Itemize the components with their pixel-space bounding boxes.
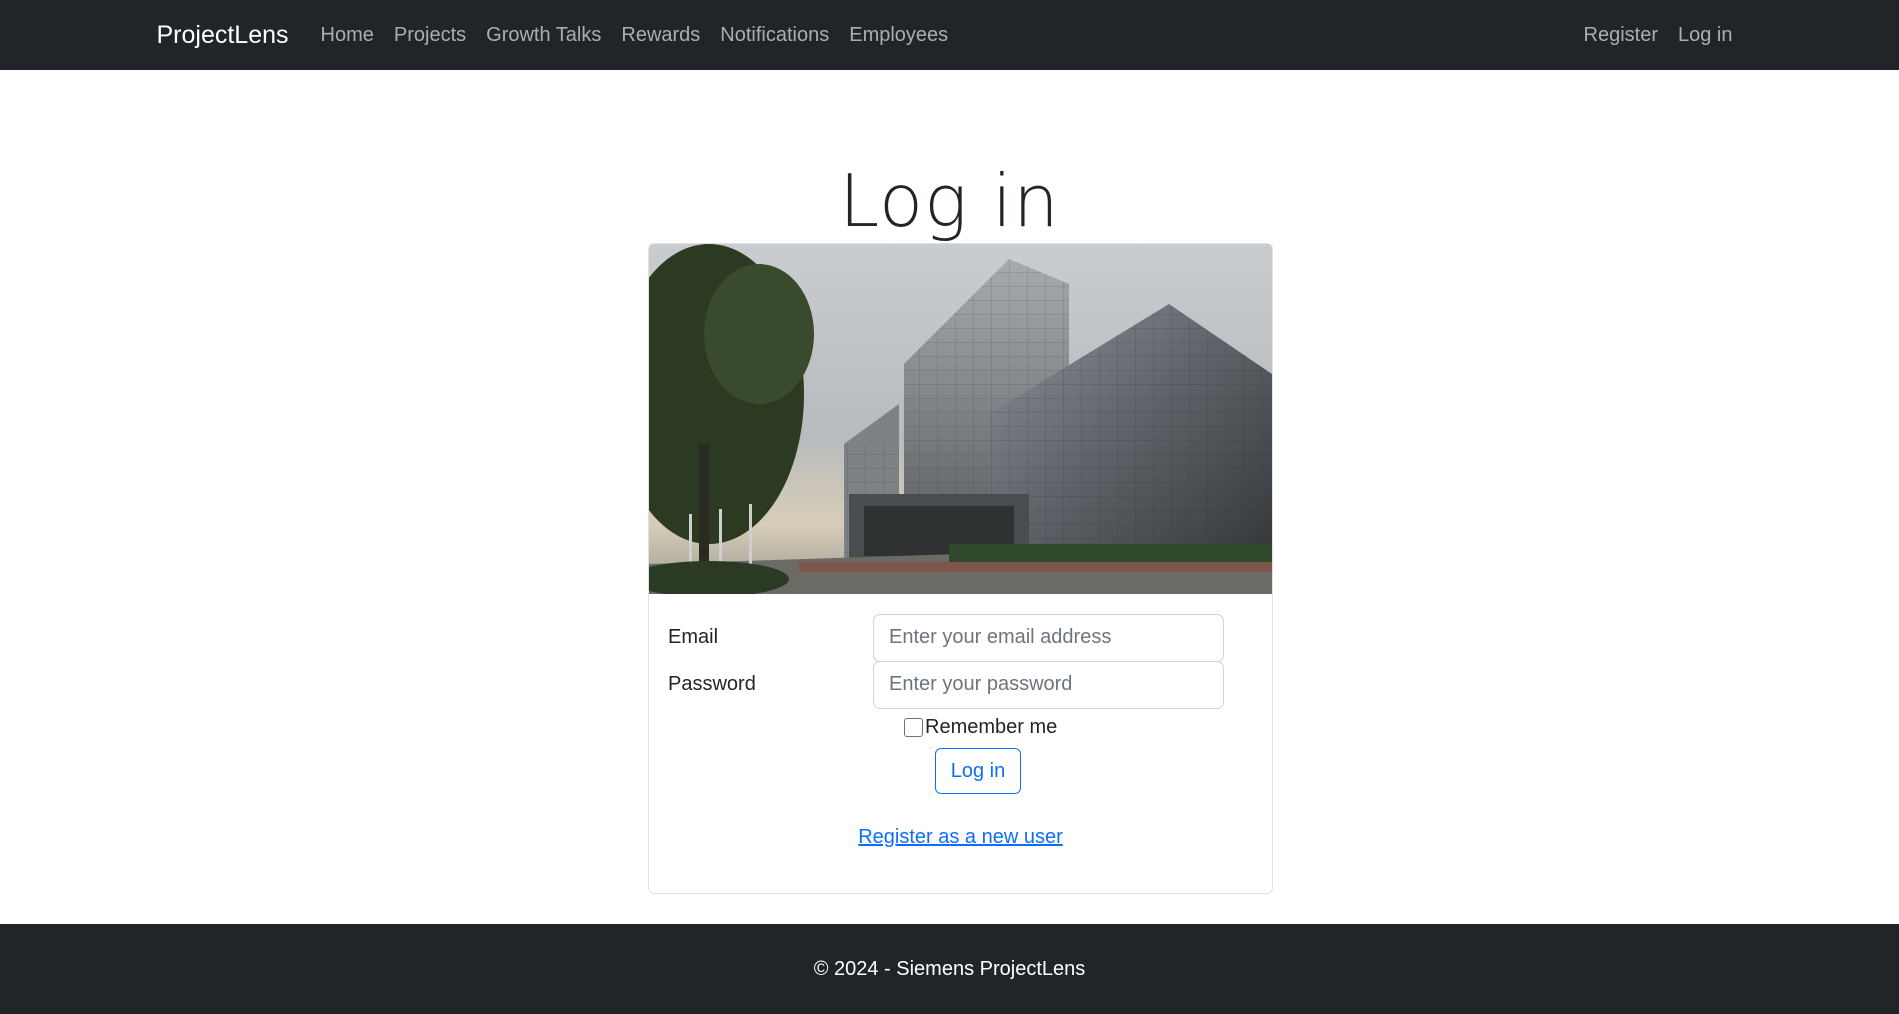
nav-link-register[interactable]: Register [1574, 24, 1668, 47]
login-button[interactable]: Log in [935, 748, 1021, 794]
nav-link-notifications[interactable]: Notifications [710, 24, 839, 47]
email-label: Email [668, 626, 719, 648]
nav-right-group: Register Log in [1574, 24, 1743, 47]
nav-link-login[interactable]: Log in [1668, 24, 1743, 47]
remember-row: Remember me [904, 712, 1253, 742]
remember-me-checkbox[interactable] [904, 717, 923, 737]
page-title: Log in [839, 159, 1060, 243]
login-form: Email Password Remember me Log in Regist… [649, 594, 1272, 849]
nav-left-group: ProjectLens Home Projects Growth Talks R… [157, 21, 959, 50]
top-navbar: ProjectLens Home Projects Growth Talks R… [0, 0, 1899, 70]
password-row: Password [668, 660, 1253, 709]
nav-link-growth-talks[interactable]: Growth Talks [476, 24, 611, 47]
brand-link[interactable]: ProjectLens [157, 21, 289, 50]
office-building-image [649, 244, 1272, 594]
nav-link-employees[interactable]: Employees [839, 24, 958, 47]
password-input[interactable] [873, 660, 1224, 709]
remember-me-label[interactable]: Remember me [925, 716, 1057, 739]
nav-link-projects[interactable]: Projects [384, 24, 476, 47]
page-footer: © 2024 - Siemens ProjectLens [0, 924, 1899, 1014]
login-card: Email Password Remember me Log in Regist… [648, 243, 1273, 894]
footer-text: © 2024 - Siemens ProjectLens [813, 957, 1086, 980]
nav-link-home[interactable]: Home [311, 24, 384, 47]
password-label: Password [668, 673, 756, 695]
navbar-container: ProjectLens Home Projects Growth Talks R… [145, 21, 1755, 50]
nav-link-rewards[interactable]: Rewards [611, 24, 710, 47]
email-row: Email [668, 613, 1253, 662]
register-new-user-link[interactable]: Register as a new user [668, 826, 1253, 849]
email-input[interactable] [873, 613, 1224, 662]
